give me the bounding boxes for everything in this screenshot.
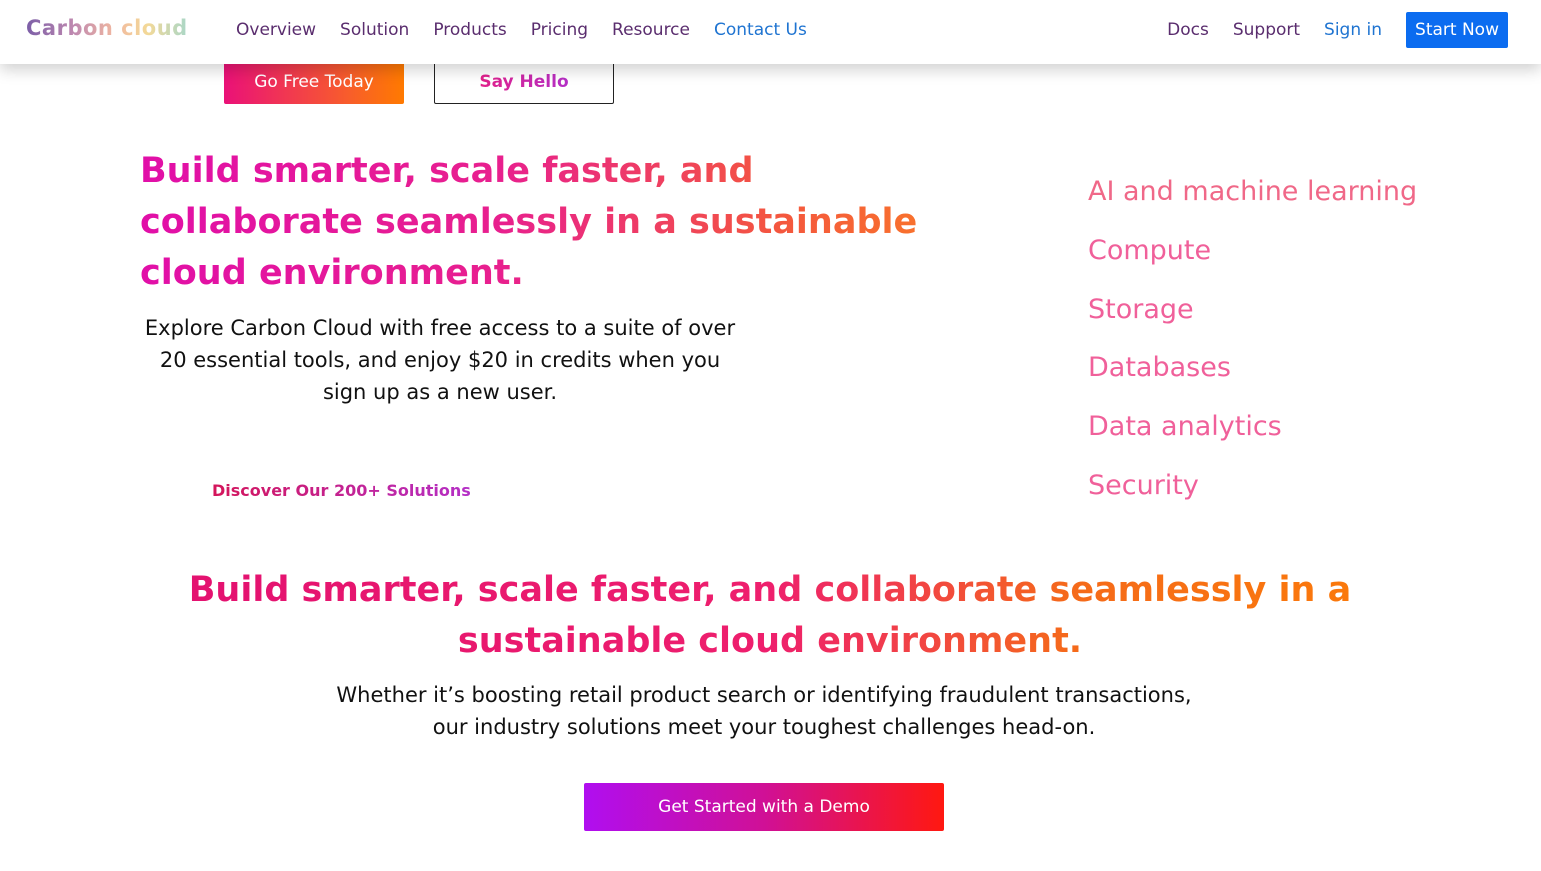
nav-pricing[interactable]: Pricing bbox=[531, 20, 588, 40]
nav-resource[interactable]: Resource bbox=[612, 20, 690, 40]
sign-in-link[interactable]: Sign in bbox=[1324, 20, 1382, 40]
section-description: Whether it’s boosting retail product sea… bbox=[336, 683, 1192, 739]
secondary-nav: Docs Support Sign in Start Now bbox=[1167, 12, 1508, 48]
top-navbar: Carbon cloud Overview Solution Products … bbox=[0, 0, 1541, 64]
nav-support[interactable]: Support bbox=[1233, 20, 1300, 40]
section-title: Build smarter, scale faster, and collabo… bbox=[170, 565, 1370, 667]
category-ai-ml[interactable]: AI and machine learning bbox=[1088, 163, 1417, 222]
discover-solutions-link[interactable]: Discover Our 200+ Solutions bbox=[212, 481, 471, 500]
nav-contact-us[interactable]: Contact Us bbox=[714, 20, 807, 40]
category-databases[interactable]: Databases bbox=[1088, 339, 1417, 398]
say-hello-button[interactable]: Say Hello bbox=[434, 60, 614, 104]
go-free-today-button[interactable]: Go Free Today bbox=[224, 60, 404, 104]
category-storage[interactable]: Storage bbox=[1088, 281, 1417, 340]
hero-title: Build smarter, scale faster, and collabo… bbox=[140, 146, 940, 299]
category-security[interactable]: Security bbox=[1088, 457, 1417, 516]
nav-products[interactable]: Products bbox=[433, 20, 506, 40]
nav-overview[interactable]: Overview bbox=[236, 20, 316, 40]
primary-nav: Overview Solution Products Pricing Resou… bbox=[236, 20, 831, 40]
hero-description: Explore Carbon Cloud with free access to… bbox=[144, 316, 736, 404]
category-data-analytics[interactable]: Data analytics bbox=[1088, 398, 1417, 457]
say-hello-label: Say Hello bbox=[479, 72, 569, 92]
category-compute[interactable]: Compute bbox=[1088, 222, 1417, 281]
brand-logo[interactable]: Carbon cloud bbox=[26, 16, 188, 40]
category-list: AI and machine learning Compute Storage … bbox=[1088, 163, 1417, 516]
nav-docs[interactable]: Docs bbox=[1167, 20, 1209, 40]
page: Go Free Today Say Hello Carbon cloud Ove… bbox=[0, 0, 1541, 871]
start-now-button[interactable]: Start Now bbox=[1406, 12, 1508, 48]
get-started-demo-button[interactable]: Get Started with a Demo bbox=[584, 783, 944, 831]
nav-solution[interactable]: Solution bbox=[340, 20, 409, 40]
